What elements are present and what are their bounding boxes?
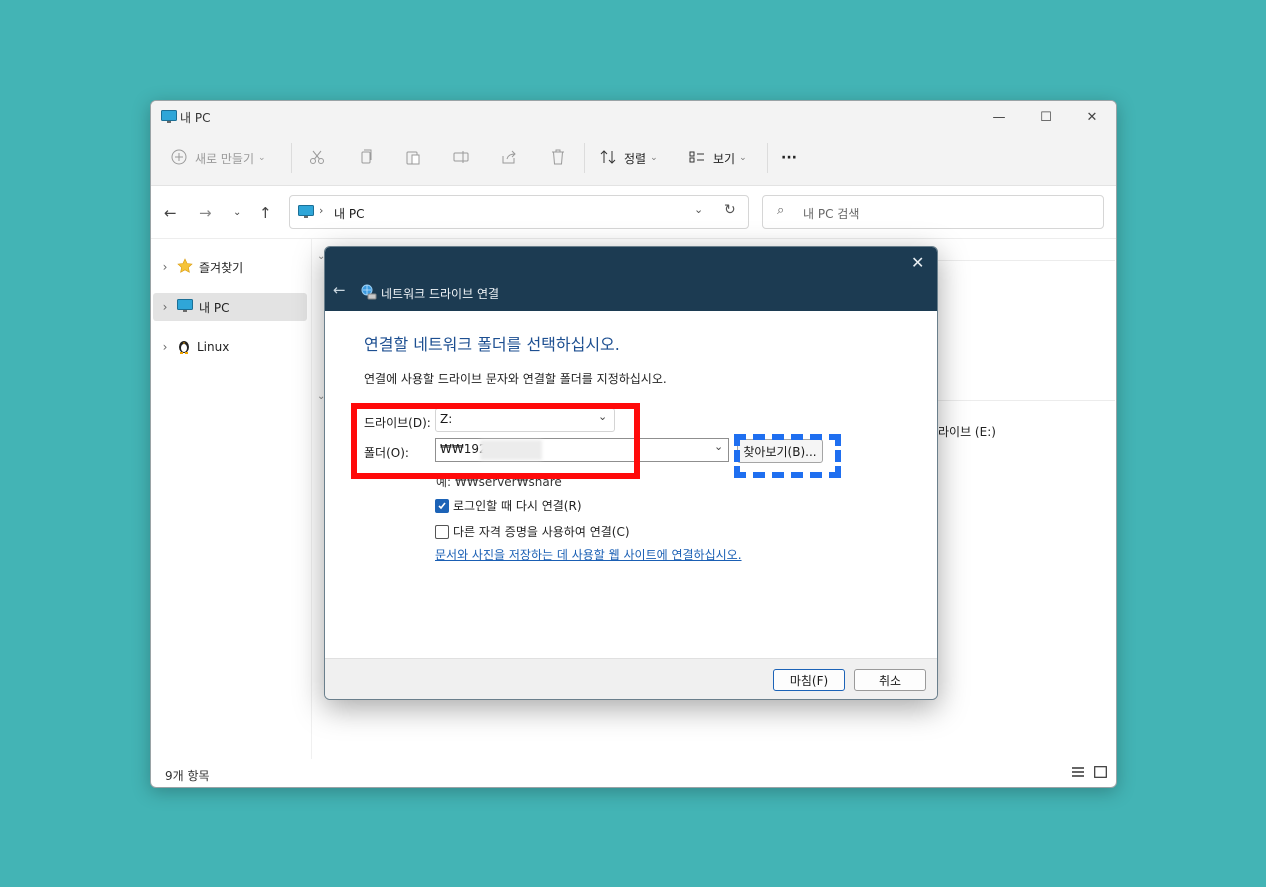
- dialog-title: 네트워크 드라이브 연결: [381, 287, 500, 301]
- expand-chevron-icon[interactable]: ›: [153, 300, 177, 314]
- sort-icon: [600, 149, 616, 168]
- sidebar-item-this-pc[interactable]: › 내 PC: [153, 293, 307, 321]
- rename-button[interactable]: [453, 147, 469, 169]
- toolbar-divider: [291, 143, 292, 173]
- new-label: 새로 만들기: [195, 151, 255, 166]
- expand-chevron-icon[interactable]: ›: [153, 260, 177, 274]
- dialog-heading: 연결할 네트워크 폴더를 선택하십시오.: [364, 335, 620, 354]
- plus-circle-icon: [171, 149, 187, 168]
- share-button[interactable]: [501, 147, 517, 169]
- reconnect-option[interactable]: 로그인할 때 다시 연결(R): [435, 497, 582, 514]
- website-link[interactable]: 문서와 사진을 저장하는 데 사용할 웹 사이트에 연결하십시오.: [435, 546, 742, 563]
- pc-icon: [298, 204, 314, 223]
- breadcrumb-current[interactable]: 내 PC: [334, 205, 364, 222]
- toolbar-divider: [584, 143, 585, 173]
- cancel-button[interactable]: 취소: [854, 669, 926, 691]
- credentials-label: 다른 자격 증명을 사용하여 연결(C): [453, 525, 630, 539]
- rename-icon: [453, 149, 469, 168]
- address-bar[interactable]: › 내 PC ⌄ ↻: [289, 195, 749, 229]
- reconnect-checkbox[interactable]: [435, 498, 449, 513]
- trash-icon: [550, 149, 566, 168]
- minimize-icon: —: [992, 109, 1006, 125]
- sidebar-item-label: 즐겨찾기: [199, 260, 244, 275]
- breadcrumb-chevron-icon: ›: [319, 204, 324, 217]
- dialog-footer: 마침(F) 취소: [325, 658, 937, 699]
- dialog-header: ✕ ← 네트워크 드라이브 연결: [325, 247, 937, 311]
- delete-button[interactable]: [550, 147, 566, 169]
- chevron-down-icon: ⌄: [739, 153, 747, 163]
- title-bar: 내 PC — ☐ ✕: [151, 101, 1116, 133]
- paste-button[interactable]: [405, 147, 421, 169]
- search-placeholder: 내 PC 검색: [803, 207, 860, 221]
- sort-label: 정렬: [624, 151, 647, 166]
- chevron-down-icon: ⌄: [650, 153, 658, 163]
- star-icon: [177, 257, 193, 277]
- more-icon: ···: [781, 150, 797, 166]
- cut-button[interactable]: [309, 147, 325, 169]
- view-button[interactable]: 보기 ⌄: [689, 147, 747, 169]
- close-icon: ✕: [1086, 109, 1098, 125]
- details-view-icon[interactable]: [1071, 766, 1085, 781]
- navigation-bar: ← → ⌄ ↑ › 내 PC ⌄ ↻ ⌕ 내 PC 검색: [151, 186, 1116, 239]
- navigation-pane: › 즐겨찾기 › 내 PC › Linux: [151, 239, 312, 759]
- share-icon: [501, 149, 517, 168]
- credentials-checkbox[interactable]: [435, 524, 449, 539]
- recent-chevron-icon[interactable]: ⌄: [233, 207, 241, 218]
- close-button[interactable]: ✕: [1069, 101, 1115, 133]
- sidebar-item-favorites[interactable]: › 즐겨찾기: [153, 253, 307, 281]
- command-bar: 새로 만들기 ⌄ 정렬 ⌄ 보기 ⌄ ···: [151, 133, 1116, 186]
- expand-chevron-icon[interactable]: ›: [153, 340, 177, 354]
- address-dropdown-icon[interactable]: ⌄: [694, 203, 703, 216]
- back-arrow-icon[interactable]: ←: [164, 204, 177, 222]
- scissors-icon: [309, 149, 325, 168]
- drive-item-label[interactable]: 라이브 (E:): [938, 423, 996, 440]
- window-title: 내 PC: [180, 111, 211, 125]
- penguin-icon: [177, 338, 191, 357]
- blue-dashed-highlight-box: [734, 434, 841, 478]
- more-options-button[interactable]: ···: [781, 147, 797, 169]
- red-highlight-box: [351, 403, 640, 479]
- minimize-button[interactable]: —: [976, 101, 1022, 133]
- reconnect-label: 로그인할 때 다시 연결(R): [453, 499, 582, 513]
- sort-button[interactable]: 정렬 ⌄: [600, 147, 658, 169]
- back-arrow-icon[interactable]: ←: [333, 281, 346, 299]
- chevron-down-icon: ⌄: [258, 153, 266, 163]
- maximize-icon: ☐: [1040, 109, 1052, 125]
- search-icon: ⌕: [777, 203, 785, 218]
- up-arrow-icon[interactable]: ↑: [259, 204, 272, 222]
- chevron-down-icon: ⌄: [714, 440, 724, 453]
- credentials-option[interactable]: 다른 자격 증명을 사용하여 연결(C): [435, 523, 630, 540]
- refresh-icon[interactable]: ↻: [724, 202, 736, 218]
- sidebar-item-linux[interactable]: › Linux: [153, 333, 307, 361]
- maximize-button[interactable]: ☐: [1023, 101, 1069, 133]
- copy-button[interactable]: [358, 147, 374, 169]
- pc-icon: [177, 298, 193, 316]
- forward-arrow-icon[interactable]: →: [199, 204, 212, 222]
- network-drive-icon: [361, 284, 377, 304]
- status-bar: 9개 항목: [151, 761, 1116, 787]
- new-button[interactable]: 새로 만들기 ⌄: [171, 147, 266, 169]
- sidebar-item-label: 내 PC: [199, 300, 230, 315]
- view-icon: [689, 149, 705, 168]
- sidebar-item-label: Linux: [197, 340, 230, 354]
- tiles-view-icon[interactable]: [1094, 766, 1107, 781]
- toolbar-divider: [767, 143, 768, 173]
- finish-button[interactable]: 마침(F): [773, 669, 845, 691]
- search-box[interactable]: ⌕ 내 PC 검색: [762, 195, 1104, 229]
- clipboard-icon: [405, 149, 421, 168]
- copy-icon: [358, 149, 374, 168]
- dialog-close-icon[interactable]: ✕: [911, 253, 924, 272]
- pc-icon: [161, 109, 177, 128]
- view-label: 보기: [713, 151, 736, 166]
- dialog-description: 연결에 사용할 드라이브 문자와 연결할 폴더를 지정하십시오.: [364, 372, 667, 386]
- item-count: 9개 항목: [165, 769, 210, 783]
